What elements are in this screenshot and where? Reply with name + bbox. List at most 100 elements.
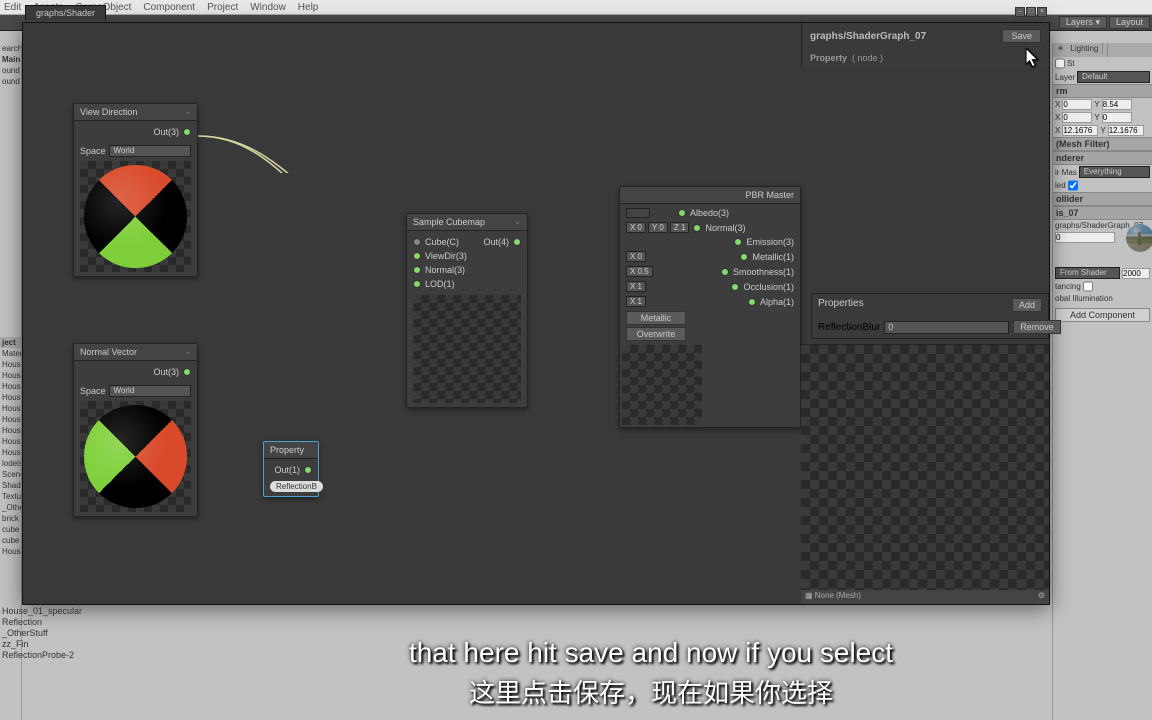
menu-window[interactable]: Window — [250, 2, 286, 13]
port-in-dot[interactable] — [721, 268, 729, 276]
layers-dropdown[interactable]: Layers ▾ — [1059, 16, 1107, 29]
rot-x[interactable] — [1062, 112, 1092, 123]
project-item[interactable]: _OtherStuff — [2, 628, 82, 639]
project-item[interactable]: Textur — [0, 491, 21, 502]
menu-project[interactable]: Project — [207, 2, 238, 13]
renderer-header[interactable]: nderer — [1053, 151, 1152, 165]
surface-button[interactable]: Overwrite — [626, 327, 686, 341]
render-queue-value[interactable] — [1122, 268, 1150, 279]
port-in-dot[interactable] — [413, 252, 421, 260]
close-button[interactable]: × — [1037, 7, 1047, 17]
port-in-dot[interactable] — [693, 224, 701, 232]
project-item[interactable]: Reflection — [2, 617, 82, 628]
project-item[interactable]: ReflectionProbe-2 — [2, 650, 82, 661]
vec-x[interactable]: X 0 — [626, 222, 646, 233]
project-item[interactable]: Hous — [0, 403, 21, 414]
port-in-dot[interactable] — [731, 283, 739, 291]
space-dropdown[interactable]: World — [109, 385, 191, 397]
project-item[interactable]: Hous — [0, 359, 21, 370]
save-button[interactable]: Save — [1002, 29, 1041, 43]
project-item[interactable]: Hous — [0, 436, 21, 447]
project-item[interactable]: zz_Fin — [2, 639, 82, 650]
graph-canvas[interactable]: View Direction⌄ Out(3) SpaceWorld Normal… — [23, 23, 1049, 604]
transform-header[interactable]: rm — [1053, 84, 1152, 98]
vec-field[interactable]: X 0.5 — [626, 266, 653, 277]
minimize-button[interactable]: – — [1015, 7, 1025, 17]
project-item[interactable]: lodels — [0, 458, 21, 469]
property-value-field[interactable] — [884, 321, 1009, 334]
vec-field[interactable]: X 1 — [626, 296, 646, 307]
project-item[interactable]: Hous — [0, 381, 21, 392]
port-out-dot[interactable] — [304, 466, 312, 474]
instancing-checkbox[interactable] — [1083, 281, 1093, 292]
project-item[interactable]: House_01_specular — [2, 606, 82, 617]
rot-y[interactable] — [1102, 112, 1132, 123]
workflow-button[interactable]: Metallic — [626, 311, 686, 325]
project-item[interactable]: Shader — [0, 480, 21, 491]
port-out-dot[interactable] — [183, 368, 191, 376]
port-out-dot[interactable] — [183, 128, 191, 136]
project-item[interactable]: Hous — [0, 392, 21, 403]
project-item[interactable]: cube — [0, 535, 21, 546]
menu-component[interactable]: Component — [143, 2, 195, 13]
port-in-dot[interactable] — [748, 298, 756, 306]
port-in-dot[interactable] — [740, 253, 748, 261]
collider-header[interactable]: ollider — [1053, 192, 1152, 206]
node-pbr-master[interactable]: PBR Master Albedo(3) X 0Y 0Z 1Normal(3) … — [619, 186, 801, 428]
project-item[interactable]: Hous — [0, 414, 21, 425]
collapse-icon[interactable]: ⌄ — [514, 217, 521, 227]
port-in-dot[interactable] — [413, 238, 421, 246]
menu-help[interactable]: Help — [298, 2, 319, 13]
project-item[interactable]: Hous — [0, 546, 21, 557]
mesh-selector[interactable]: ▦ None (Mesh) — [805, 591, 861, 603]
collapse-icon[interactable]: ⌄ — [184, 347, 191, 357]
space-dropdown[interactable]: World — [109, 145, 191, 157]
hierarchy-item[interactable]: ound — [0, 76, 21, 87]
vec-y[interactable]: Y 0 — [648, 222, 668, 233]
maximize-button[interactable]: □ — [1026, 7, 1036, 17]
project-item[interactable]: Hous — [0, 447, 21, 458]
project-item[interactable]: Scenes — [0, 469, 21, 480]
reflection-blur-field[interactable] — [1055, 232, 1115, 243]
port-in-dot[interactable] — [413, 266, 421, 274]
scale-y[interactable] — [1108, 125, 1144, 136]
project-item[interactable]: Materi — [0, 348, 21, 359]
node-property[interactable]: Property Out(1) ReflectionB — [263, 441, 319, 497]
albedo-swatch[interactable] — [626, 208, 650, 218]
tab-lighting[interactable]: ☀ Lighting — [1053, 43, 1108, 57]
hierarchy-search[interactable]: earch — [0, 43, 21, 54]
add-property-button[interactable]: Add — [1012, 298, 1042, 312]
vec-z[interactable]: Z 1 — [670, 222, 690, 233]
material-dropdown[interactable]: Everything — [1079, 166, 1150, 178]
scale-x[interactable] — [1062, 125, 1098, 136]
shader-header[interactable]: is_07 — [1053, 206, 1152, 220]
graph-tab[interactable]: graphs/Shader — [25, 5, 106, 20]
layout-dropdown[interactable]: Layout — [1109, 16, 1150, 29]
vec-field[interactable]: X 1 — [626, 281, 646, 292]
port-in-dot[interactable] — [413, 280, 421, 288]
collapse-icon[interactable]: ⌄ — [184, 107, 191, 117]
preview-settings-icon[interactable]: ⚙ — [1038, 591, 1045, 603]
menu-edit[interactable]: Edit — [4, 2, 21, 13]
hierarchy-item[interactable]: Main — [0, 54, 21, 65]
port-out-dot[interactable] — [513, 238, 521, 246]
node-sample-cubemap[interactable]: Sample Cubemap⌄ Cube(C) ViewDir(3) Norma… — [406, 213, 528, 408]
node-view-direction[interactable]: View Direction⌄ Out(3) SpaceWorld — [73, 103, 198, 277]
remove-property-button[interactable]: Remove — [1013, 320, 1061, 334]
pos-y[interactable] — [1102, 99, 1132, 110]
hierarchy-item[interactable]: ound — [0, 65, 21, 76]
shadow-checkbox[interactable] — [1068, 180, 1078, 191]
project-item[interactable]: Hous — [0, 370, 21, 381]
add-component-button[interactable]: Add Component — [1055, 308, 1150, 322]
port-in-dot[interactable] — [734, 238, 742, 246]
vec-field[interactable]: X 0 — [626, 251, 646, 262]
project-item[interactable]: _Other — [0, 502, 21, 513]
project-item[interactable]: brick — [0, 513, 21, 524]
render-queue-dropdown[interactable]: From Shader — [1055, 267, 1120, 279]
node-normal-vector[interactable]: Normal Vector⌄ Out(3) SpaceWorld — [73, 343, 198, 517]
layer-dropdown[interactable]: Default — [1077, 71, 1150, 83]
static-checkbox[interactable] — [1055, 58, 1065, 69]
project-item[interactable]: cube — [0, 524, 21, 535]
port-in-dot[interactable] — [678, 209, 686, 217]
project-item[interactable]: Hous — [0, 425, 21, 436]
